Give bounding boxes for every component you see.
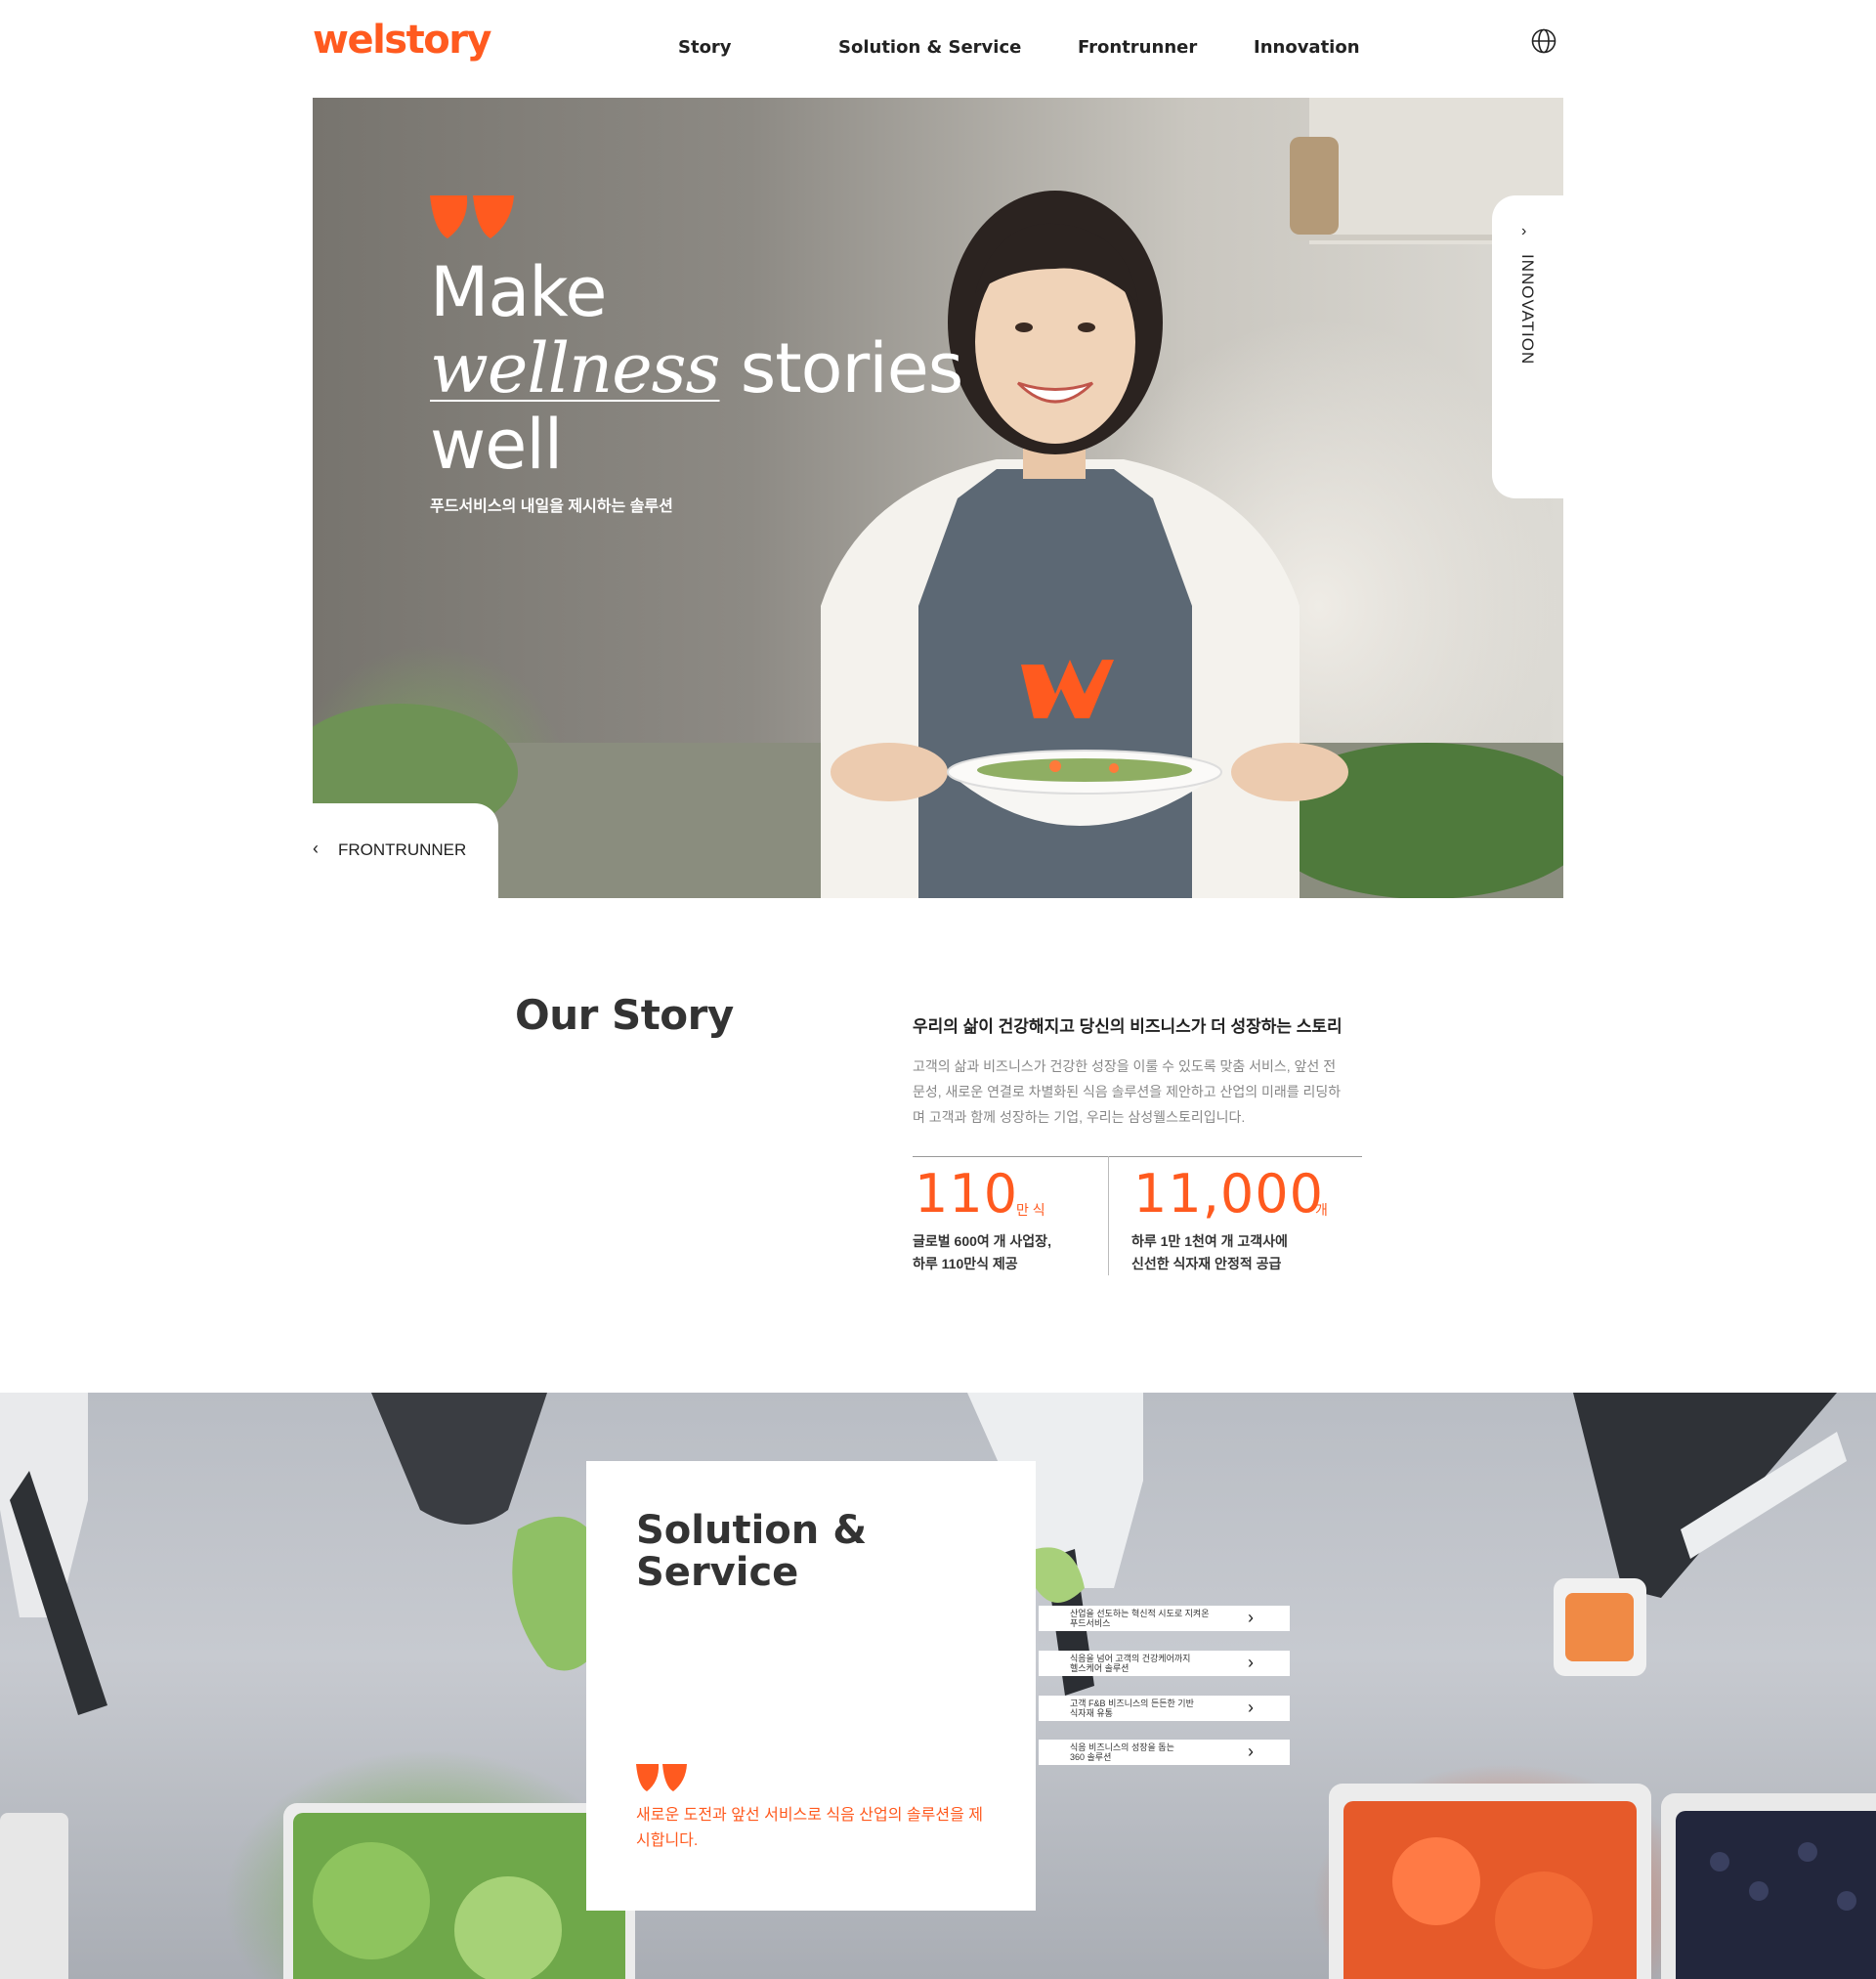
solution-link-360-line1: 식음 비즈니스의 성장을 돕는 — [1070, 1742, 1174, 1752]
solution-link-360[interactable]: 식음 비즈니스의 성장을 돕는 360 솔루션 › — [1039, 1740, 1290, 1765]
chevron-left-icon: ‹ — [313, 839, 319, 858]
stat-clients-desc-line1: 하루 1만 1천여 개 고객사에 — [1131, 1233, 1288, 1249]
frontrunner-tab[interactable]: ‹ FRONTRUNNER — [313, 803, 498, 898]
hero-title-line2-rest: stories — [719, 328, 964, 409]
hero-subtitle: 푸드서비스의 내일을 제시하는 솔루션 — [430, 498, 673, 515]
quote-mark-icon — [636, 1764, 687, 1791]
solution-link-360-text: 식음 비즈니스의 성장을 돕는 360 솔루션 — [1070, 1742, 1236, 1762]
solution-link-healthcare-line2: 헬스케어 솔루션 — [1070, 1663, 1130, 1673]
stats-column-divider — [1108, 1156, 1109, 1275]
chevron-right-icon: › — [1521, 223, 1527, 239]
nav-innovation[interactable]: Innovation — [1254, 37, 1360, 58]
stats-divider-line — [913, 1156, 1362, 1157]
solution-link-foodservice-line1: 산업을 선도하는 혁신적 시도로 지켜온 — [1070, 1609, 1210, 1618]
innovation-side-tab[interactable]: › INNOVATION — [1492, 195, 1563, 498]
hero-title: Make wellness stories well — [430, 252, 964, 485]
globe-icon[interactable] — [1530, 27, 1557, 55]
solution-card: Solution & Service 새로운 도전과 앞선 서비스로 식음 산업… — [586, 1461, 1036, 1911]
chevron-right-icon: › — [1248, 1653, 1254, 1672]
stat-clients-value: 11,000 — [1133, 1163, 1324, 1225]
solution-link-distribution-line2: 식자재 유통 — [1070, 1708, 1113, 1718]
hero-banner: Make wellness stories well 푸드서비스의 내일을 제시… — [313, 98, 1563, 898]
stat-clients-unit: 개 — [1315, 1202, 1328, 1218]
solution-subtitle: 새로운 도전과 앞선 서비스로 식음 산업의 솔루션을 제시합니다. — [636, 1807, 983, 1849]
hero-title-emphasis: wellness — [430, 328, 720, 409]
site-header: welstory Story Solution & Service Frontr… — [0, 0, 1876, 98]
solution-title-line2: Service — [636, 1550, 799, 1595]
main-nav: Story Solution & Service Frontrunner Inn… — [0, 37, 1876, 61]
hero-title-line3: well — [430, 405, 563, 485]
solution-link-360-line2: 360 솔루션 — [1070, 1752, 1112, 1762]
stat-meals-desc: 글로벌 600여 개 사업장, 하루 110만식 제공 — [913, 1230, 1051, 1275]
our-story-heading: 우리의 삶이 건강해지고 당신의 비즈니스가 더 성장하는 스토리 — [913, 1017, 1343, 1036]
quote-mark-icon — [430, 195, 514, 238]
stat-meals-desc-line1: 글로벌 600여 개 사업장, — [913, 1233, 1051, 1249]
nav-story[interactable]: Story — [678, 37, 732, 58]
solution-title-line1: Solution & — [636, 1508, 868, 1553]
solution-link-distribution[interactable]: 고객 F&B 비즈니스의 든든한 기반 식자재 유통 › — [1039, 1696, 1290, 1721]
solution-service-section: Solution & Service 새로운 도전과 앞선 서비스로 식음 산업… — [0, 1393, 1876, 1979]
our-story-title: Our Story — [515, 991, 734, 1039]
chevron-right-icon: › — [1248, 1742, 1254, 1761]
stat-meals-desc-line2: 하루 110만식 제공 — [913, 1256, 1018, 1271]
nav-frontrunner[interactable]: Frontrunner — [1078, 37, 1197, 58]
solution-link-foodservice[interactable]: 산업을 선도하는 혁신적 시도로 지켜온 푸드서비스 › — [1039, 1606, 1290, 1631]
chevron-right-icon: › — [1248, 1698, 1254, 1717]
frontrunner-tab-label: FRONTRUNNER — [338, 840, 467, 859]
our-story-body: 고객의 삶과 비즈니스가 건강한 성장을 이룰 수 있도록 맞춤 서비스, 앞선… — [913, 1058, 1342, 1125]
solution-link-healthcare-line1: 식음을 넘어 고객의 건강케어까지 — [1070, 1654, 1191, 1663]
solution-link-healthcare[interactable]: 식음을 넘어 고객의 건강케어까지 헬스케어 솔루션 › — [1039, 1651, 1290, 1676]
innovation-tab-label: INNOVATION — [1518, 254, 1537, 366]
solution-link-foodservice-text: 산업을 선도하는 혁신적 시도로 지켜온 푸드서비스 — [1070, 1609, 1236, 1628]
solution-link-healthcare-text: 식음을 넘어 고객의 건강케어까지 헬스케어 솔루션 — [1070, 1654, 1236, 1673]
chevron-right-icon: › — [1248, 1608, 1254, 1627]
stat-clients-desc: 하루 1만 1천여 개 고객사에 신선한 식자재 안정적 공급 — [1131, 1230, 1288, 1275]
hero-title-line2: wellness stories — [430, 328, 964, 409]
hero-title-line1: Make — [430, 252, 607, 332]
stat-meals-value: 110 — [915, 1163, 1019, 1225]
stat-meals-unit: 만 식 — [1016, 1202, 1045, 1218]
solution-title: Solution & Service — [636, 1510, 867, 1594]
stat-clients-desc-line2: 신선한 식자재 안정적 공급 — [1131, 1256, 1282, 1271]
solution-link-distribution-line1: 고객 F&B 비즈니스의 든든한 기반 — [1070, 1699, 1194, 1708]
nav-solution-service[interactable]: Solution & Service — [838, 37, 1021, 58]
solution-link-foodservice-line2: 푸드서비스 — [1070, 1618, 1111, 1628]
solution-link-distribution-text: 고객 F&B 비즈니스의 든든한 기반 식자재 유통 — [1070, 1699, 1236, 1718]
